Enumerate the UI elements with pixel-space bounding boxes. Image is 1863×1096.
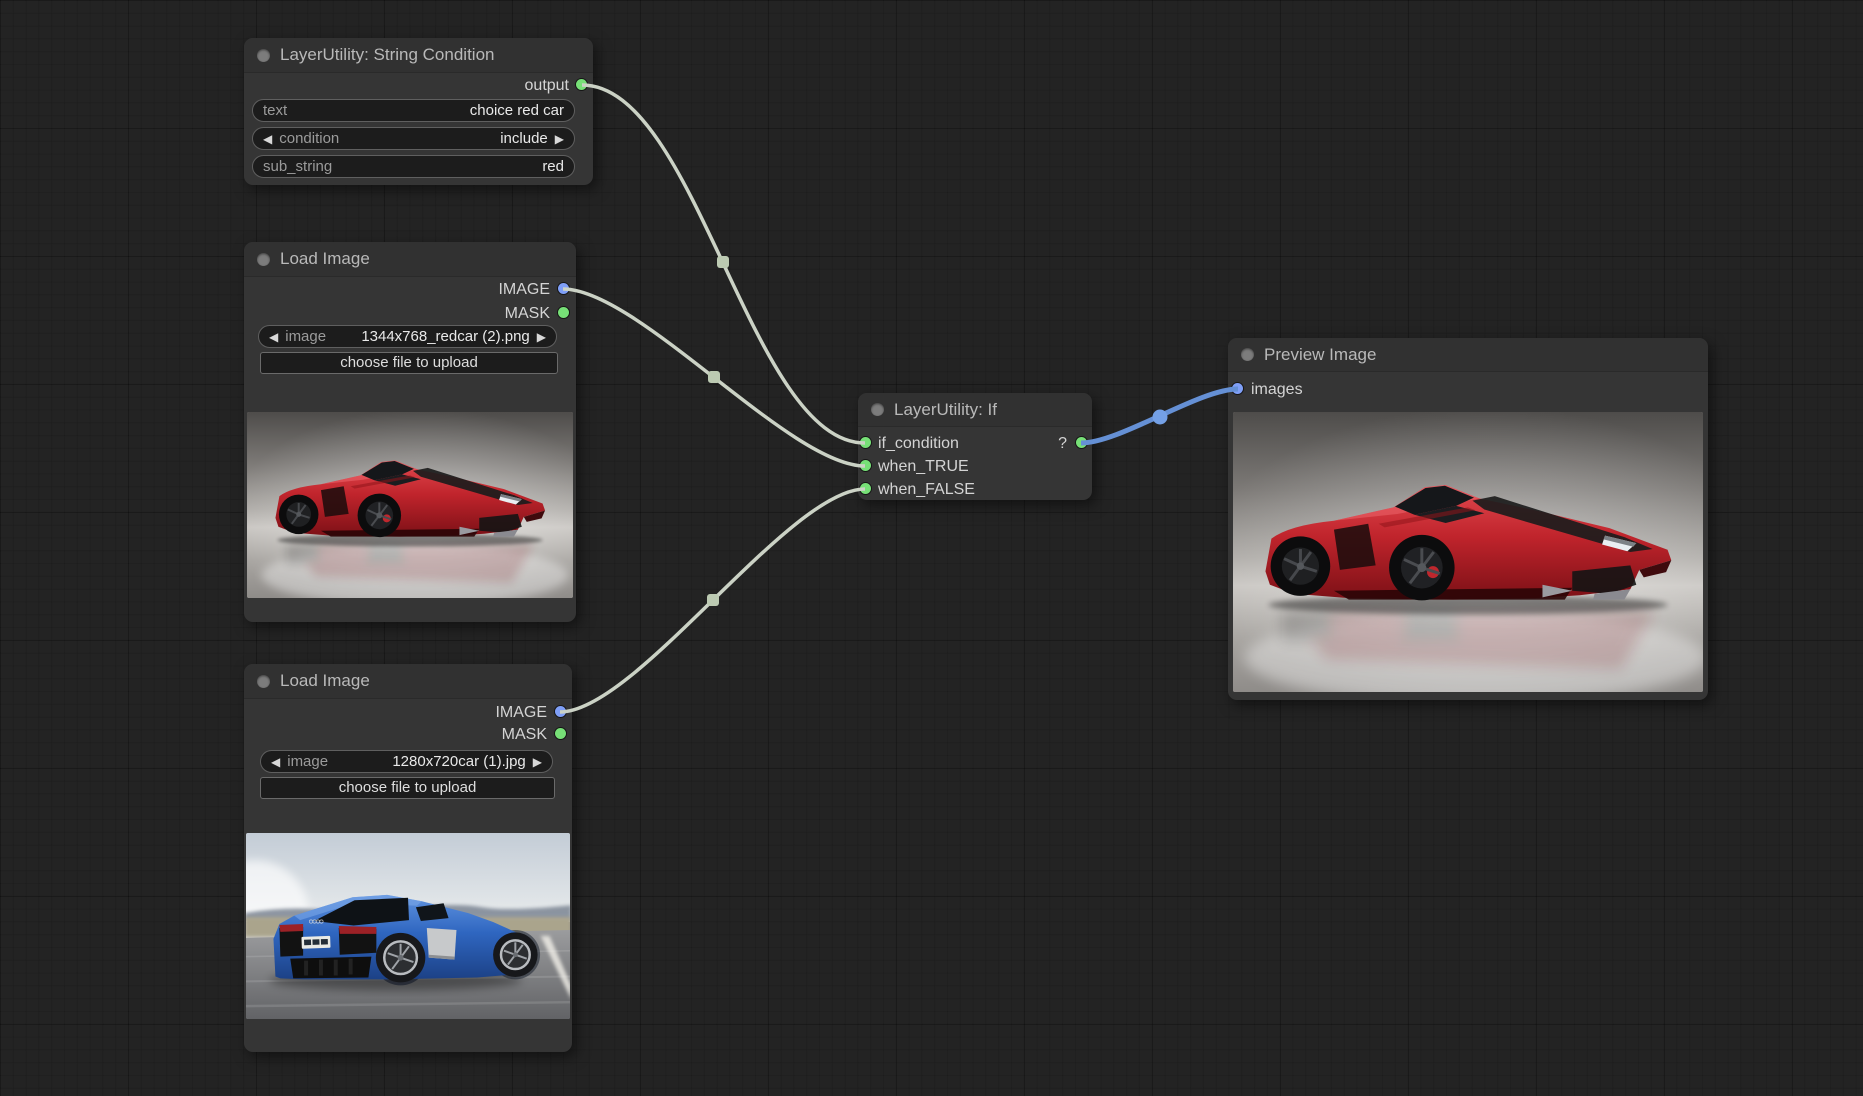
widget-text[interactable]: text choice red car bbox=[252, 99, 575, 122]
if-output-port[interactable] bbox=[1076, 437, 1087, 448]
node-load-image-bottom[interactable]: Load Image IMAGE MASK ◀ image 1280x720ca… bbox=[244, 664, 572, 1052]
node-preview-image[interactable]: Preview Image images bbox=[1228, 338, 1708, 700]
input-slot-label: if_condition bbox=[878, 435, 959, 452]
collapse-dot-icon[interactable] bbox=[1241, 348, 1254, 361]
node-title: Load Image bbox=[280, 249, 370, 268]
collapse-dot-icon[interactable] bbox=[257, 252, 270, 266]
node-header[interactable]: Preview Image bbox=[1228, 338, 1708, 372]
output-slot-label: MASK bbox=[504, 305, 550, 322]
link-midpoint-dot[interactable] bbox=[1152, 409, 1168, 425]
widget-condition-combo[interactable]: ◀ condition include ▶ bbox=[252, 127, 575, 150]
combo-next-arrow-icon[interactable]: ▶ bbox=[533, 756, 542, 768]
output-slot-label: IMAGE bbox=[498, 281, 550, 298]
link-midpoint-dot[interactable] bbox=[717, 256, 729, 268]
when-true-input-port[interactable] bbox=[860, 460, 871, 471]
node-if[interactable]: LayerUtility: If if_condition ? when_TRU… bbox=[858, 393, 1092, 500]
node-string-condition[interactable]: LayerUtility: String Condition output te… bbox=[244, 38, 593, 185]
node-title: LayerUtility: String Condition bbox=[280, 45, 495, 64]
widget-image-combo[interactable]: ◀ image 1344x768_redcar (2).png ▶ bbox=[258, 325, 557, 348]
if-condition-input-port[interactable] bbox=[860, 437, 871, 448]
choose-file-button[interactable]: choose file to upload bbox=[260, 352, 558, 374]
collapse-dot-icon[interactable] bbox=[257, 48, 270, 62]
node-graph-canvas[interactable]: LayerUtility: String Condition output te… bbox=[0, 0, 1863, 1096]
output-slot-label: IMAGE bbox=[495, 704, 547, 721]
output-slot-label: output bbox=[524, 77, 569, 94]
red-car-preview-image[interactable] bbox=[247, 412, 573, 598]
node-header[interactable]: Load Image bbox=[244, 242, 576, 277]
node-title: LayerUtility: If bbox=[894, 399, 997, 419]
image-output-port[interactable] bbox=[555, 706, 566, 717]
combo-prev-arrow-icon[interactable]: ◀ bbox=[269, 331, 278, 343]
output-port[interactable] bbox=[576, 79, 587, 90]
choose-file-button[interactable]: choose file to upload bbox=[260, 777, 555, 799]
node-header[interactable]: Load Image bbox=[244, 664, 572, 699]
image-output-port[interactable] bbox=[558, 283, 569, 294]
link-image-top-to-when-true bbox=[562, 287, 866, 468]
link-midpoint-dot[interactable] bbox=[708, 371, 720, 383]
link-string-output-to-if-condition bbox=[581, 83, 866, 445]
input-slot-label: images bbox=[1251, 381, 1303, 398]
images-input-port[interactable] bbox=[1232, 383, 1243, 394]
link-midpoint-dot[interactable] bbox=[707, 594, 719, 606]
node-load-image-top[interactable]: Load Image IMAGE MASK ◀ image 1344x768_r… bbox=[244, 242, 576, 622]
output-slot-label: ? bbox=[1058, 435, 1067, 452]
input-slot-label: when_TRUE bbox=[878, 458, 969, 475]
link-if-output-to-preview-images bbox=[1080, 386, 1239, 446]
node-header[interactable]: LayerUtility: String Condition bbox=[244, 38, 593, 73]
collapse-dot-icon[interactable] bbox=[257, 674, 270, 688]
red-car-result-image[interactable] bbox=[1233, 412, 1703, 692]
combo-prev-arrow-icon[interactable]: ◀ bbox=[271, 756, 280, 768]
widget-sub-string[interactable]: sub_string red bbox=[252, 155, 575, 178]
input-slot-label: when_FALSE bbox=[878, 481, 975, 498]
node-title: Preview Image bbox=[1264, 344, 1377, 364]
mask-output-port[interactable] bbox=[555, 728, 566, 739]
combo-next-arrow-icon[interactable]: ▶ bbox=[537, 331, 546, 343]
link-image-bottom-to-when-false bbox=[559, 487, 866, 714]
widget-image-combo[interactable]: ◀ image 1280x720car (1).jpg ▶ bbox=[260, 750, 553, 773]
collapse-dot-icon[interactable] bbox=[871, 403, 884, 416]
combo-prev-arrow-icon[interactable]: ◀ bbox=[263, 133, 272, 145]
output-slot-label: MASK bbox=[501, 726, 547, 743]
combo-next-arrow-icon[interactable]: ▶ bbox=[555, 133, 564, 145]
node-title: Load Image bbox=[280, 671, 370, 690]
blue-car-preview-image[interactable] bbox=[246, 833, 570, 1019]
mask-output-port[interactable] bbox=[558, 307, 569, 318]
when-false-input-port[interactable] bbox=[860, 483, 871, 494]
node-header[interactable]: LayerUtility: If bbox=[858, 393, 1092, 427]
